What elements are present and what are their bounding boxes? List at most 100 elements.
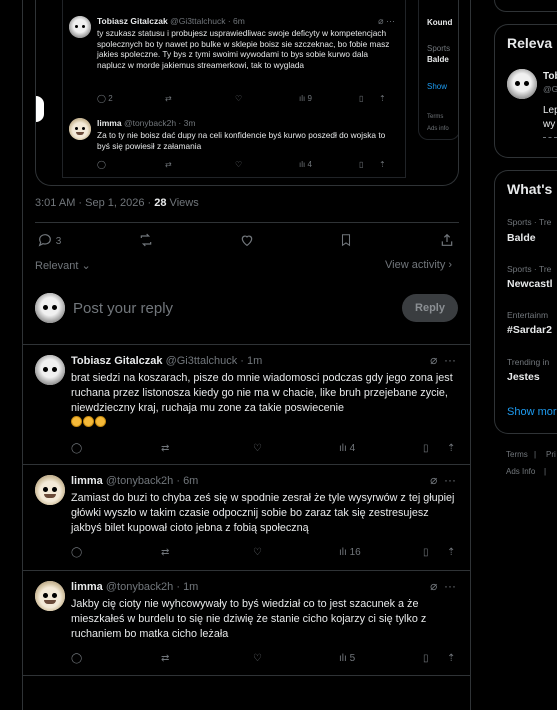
avatar[interactable] <box>35 475 65 505</box>
relevant-person-name[interactable]: Tob <box>543 71 557 82</box>
post-top-icons: ⌀ ··· <box>430 353 456 367</box>
more-icon[interactable]: ··· <box>444 353 456 367</box>
emoji-icon <box>95 416 106 427</box>
post-header: limma @tonyback2h · 6m <box>71 475 198 487</box>
author-name: Tobiasz Gitalczak <box>97 16 168 26</box>
share-button[interactable] <box>439 232 455 248</box>
bookmark-icon[interactable]: ▯ <box>423 653 429 664</box>
like-button[interactable] <box>239 232 255 248</box>
author-name[interactable]: limma <box>71 581 103 593</box>
reply-button[interactable]: Reply <box>402 294 458 322</box>
reply-icon[interactable]: ◯ <box>71 653 82 664</box>
trend-name[interactable]: Jestes <box>507 371 540 383</box>
author-name[interactable]: limma <box>71 475 103 487</box>
post-actions: ◯ ⇄ ♡ ılı 16 ▯ ⇡ <box>71 547 459 561</box>
avatar[interactable] <box>35 355 65 385</box>
avatar[interactable] <box>35 581 65 611</box>
repost-icon[interactable]: ⇄ <box>161 443 169 454</box>
sort-relevant-dropdown[interactable]: Relevant ⌄ <box>35 259 91 272</box>
reply-icon <box>38 234 51 247</box>
main-column: Tobiasz Gitalczak @Gi3ttalchuck · 6m ⌀ ·… <box>22 0 471 710</box>
share-icon[interactable]: ⇡ <box>447 443 455 454</box>
views-icon[interactable]: ılı 4 <box>339 443 355 454</box>
views-icon[interactable]: ılı 16 <box>339 547 361 558</box>
trend-name[interactable]: Balde <box>507 232 536 244</box>
chevron-down-icon: ⌄ <box>81 260 91 272</box>
separator: | <box>534 450 537 459</box>
separator: | <box>544 467 547 476</box>
show-more-link[interactable]: Show mor <box>507 406 557 418</box>
like-icon[interactable]: ♡ <box>253 547 262 558</box>
reply-icon[interactable]: ◯ <box>71 443 82 454</box>
bookmark-icon: ▯ <box>359 94 364 103</box>
author-handle[interactable]: @tonyback2h · 1m <box>106 581 199 593</box>
relevant-person-bio-line2: wy <box>543 119 556 130</box>
bookmark-icon[interactable]: ▯ <box>423 547 429 558</box>
reply-input[interactable]: Post your reply <box>73 300 173 317</box>
more-icon[interactable]: ··· <box>444 579 456 593</box>
like-icon: ♡ <box>235 94 243 103</box>
emoji-icon <box>83 416 94 427</box>
reply-button[interactable]: 3 <box>37 232 61 248</box>
right-sidebar: Releva Tob @G Lep wy What's Sports · Tre… <box>494 0 557 710</box>
post-text: Zamiast do buzi to chyba ześ się w spodn… <box>71 492 455 534</box>
terms-link[interactable]: Terms <box>506 450 528 459</box>
share-icon[interactable]: ⇡ <box>447 653 455 664</box>
reply-icon[interactable]: ◯ <box>71 547 82 558</box>
bookmark-button[interactable] <box>339 232 353 248</box>
sidebar-title: Kound <box>427 18 453 27</box>
like-icon[interactable]: ♡ <box>253 653 262 664</box>
share-icon: ⇡ <box>379 160 386 169</box>
views-icon[interactable]: ılı 5 <box>339 653 355 664</box>
ads-info-link[interactable]: Ads Info <box>506 467 535 476</box>
author-handle: @tonyback2h · 3m <box>123 118 196 128</box>
post-text-content: brat siedzi na koszarach, pisze do mnie … <box>71 372 453 414</box>
more-icon[interactable]: ··· <box>444 473 456 487</box>
reply-post[interactable]: Tobiasz Gitalczak @Gi3ttalchuck · 1m ⌀ ·… <box>23 344 470 464</box>
view-count: 16 <box>349 547 361 558</box>
view-activity-link[interactable]: View activity › <box>385 259 452 271</box>
trend-name[interactable]: #Sardar2 <box>507 324 552 336</box>
repost-icon[interactable]: ⇄ <box>161 547 169 558</box>
sidebar-link: Show <box>427 82 448 91</box>
privacy-link[interactable]: Pri <box>546 450 556 459</box>
avatar <box>69 118 91 140</box>
bookmark-icon[interactable]: ▯ <box>423 443 429 454</box>
trend-name[interactable]: Newcastl <box>507 278 553 290</box>
repost-button[interactable] <box>137 232 155 248</box>
grok-icon[interactable]: ⌀ <box>430 473 437 487</box>
avatar[interactable] <box>507 69 537 99</box>
grok-icon[interactable]: ⌀ <box>430 353 437 367</box>
like-icon <box>241 235 253 247</box>
trend-category: Trending in <box>507 357 550 367</box>
author-handle[interactable]: @Gi3ttalchuck · 1m <box>166 355 263 367</box>
share-icon <box>441 233 453 246</box>
grok-icon[interactable]: ⌀ <box>430 579 437 593</box>
embedded-screenshot-card[interactable]: Tobiasz Gitalczak @Gi3ttalchuck · 6m ⌀ ·… <box>35 0 459 186</box>
avatar[interactable] <box>35 293 65 323</box>
post-actions: ◯ ⇄ ♡ ılı 4 ▯ ⇡ <box>71 443 459 457</box>
emoji-icon <box>71 416 82 427</box>
share-icon[interactable]: ⇡ <box>447 547 455 558</box>
sidebar-terms: Terms <box>427 114 444 120</box>
trend-category: Entertainm <box>507 310 549 320</box>
post-actions: ◯ ⇄ ♡ ılı 5 ▯ ⇡ <box>71 653 459 667</box>
like-icon[interactable]: ♡ <box>253 443 262 454</box>
reply-post[interactable]: limma @tonyback2h · 1m ⌀ ··· Jakby cię c… <box>23 570 470 676</box>
reply-count: 2 <box>108 94 113 103</box>
sidebar-value: Balde <box>427 55 449 64</box>
post-header: Tobiasz Gitalczak @Gi3ttalchuck · 6m <box>97 16 245 26</box>
repost-icon[interactable]: ⇄ <box>161 653 169 664</box>
divider <box>35 222 459 223</box>
author-handle[interactable]: @tonyback2h · 6m <box>106 475 199 487</box>
views-icon: ılı 9 <box>299 94 312 103</box>
screenshot-thread: Tobiasz Gitalczak @Gi3ttalchuck · 6m ⌀ ·… <box>62 0 406 178</box>
post-action-bar: 3 <box>35 232 459 252</box>
post-timestamp[interactable]: 3:01 AM · Sep 1, 2026 · <box>35 197 154 209</box>
reply-icon: ◯ <box>97 160 106 169</box>
post-text: ty szukasz statusu i probujesz usprawied… <box>97 28 390 70</box>
reply-post[interactable]: limma @tonyback2h · 6m ⌀ ··· Zamiast do … <box>23 464 470 570</box>
reply-composer: Post your reply Reply <box>35 292 459 326</box>
trend-category: Sports · Tre <box>507 217 552 227</box>
author-name[interactable]: Tobiasz Gitalczak <box>71 355 163 367</box>
